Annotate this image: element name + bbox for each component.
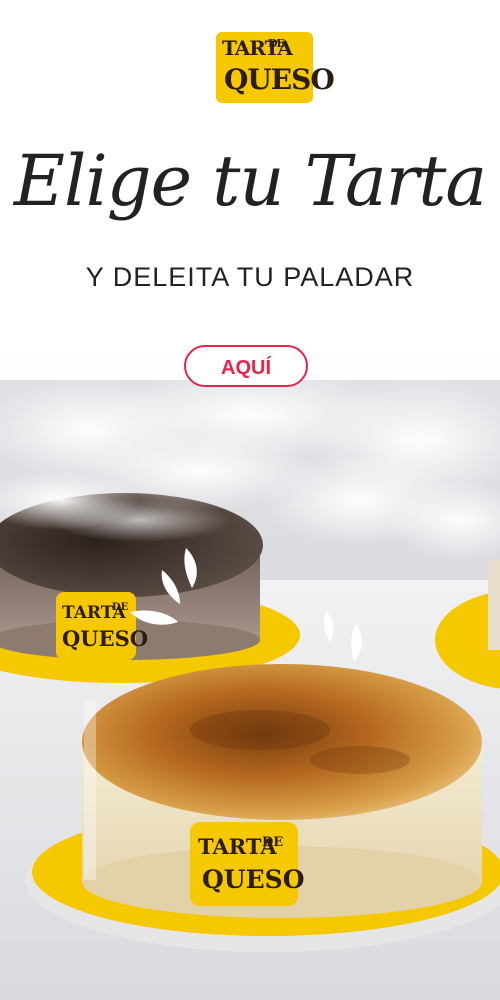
logo-line2: QUESO bbox=[224, 63, 335, 96]
svg-text:QUESO: QUESO bbox=[202, 865, 304, 894]
svg-text:DE: DE bbox=[112, 602, 129, 613]
headline: Elige tu Tarta bbox=[13, 140, 487, 222]
cta-button[interactable]: AQUÍ bbox=[184, 345, 308, 387]
logo-line1-small: DE bbox=[268, 37, 285, 50]
svg-text:QUESO: QUESO bbox=[62, 626, 148, 651]
svg-text:DE: DE bbox=[262, 835, 283, 850]
brand-logo: TARTA DE QUESO bbox=[216, 32, 335, 103]
subheadline: Y DELEITA TU PALADAR bbox=[85, 262, 415, 292]
